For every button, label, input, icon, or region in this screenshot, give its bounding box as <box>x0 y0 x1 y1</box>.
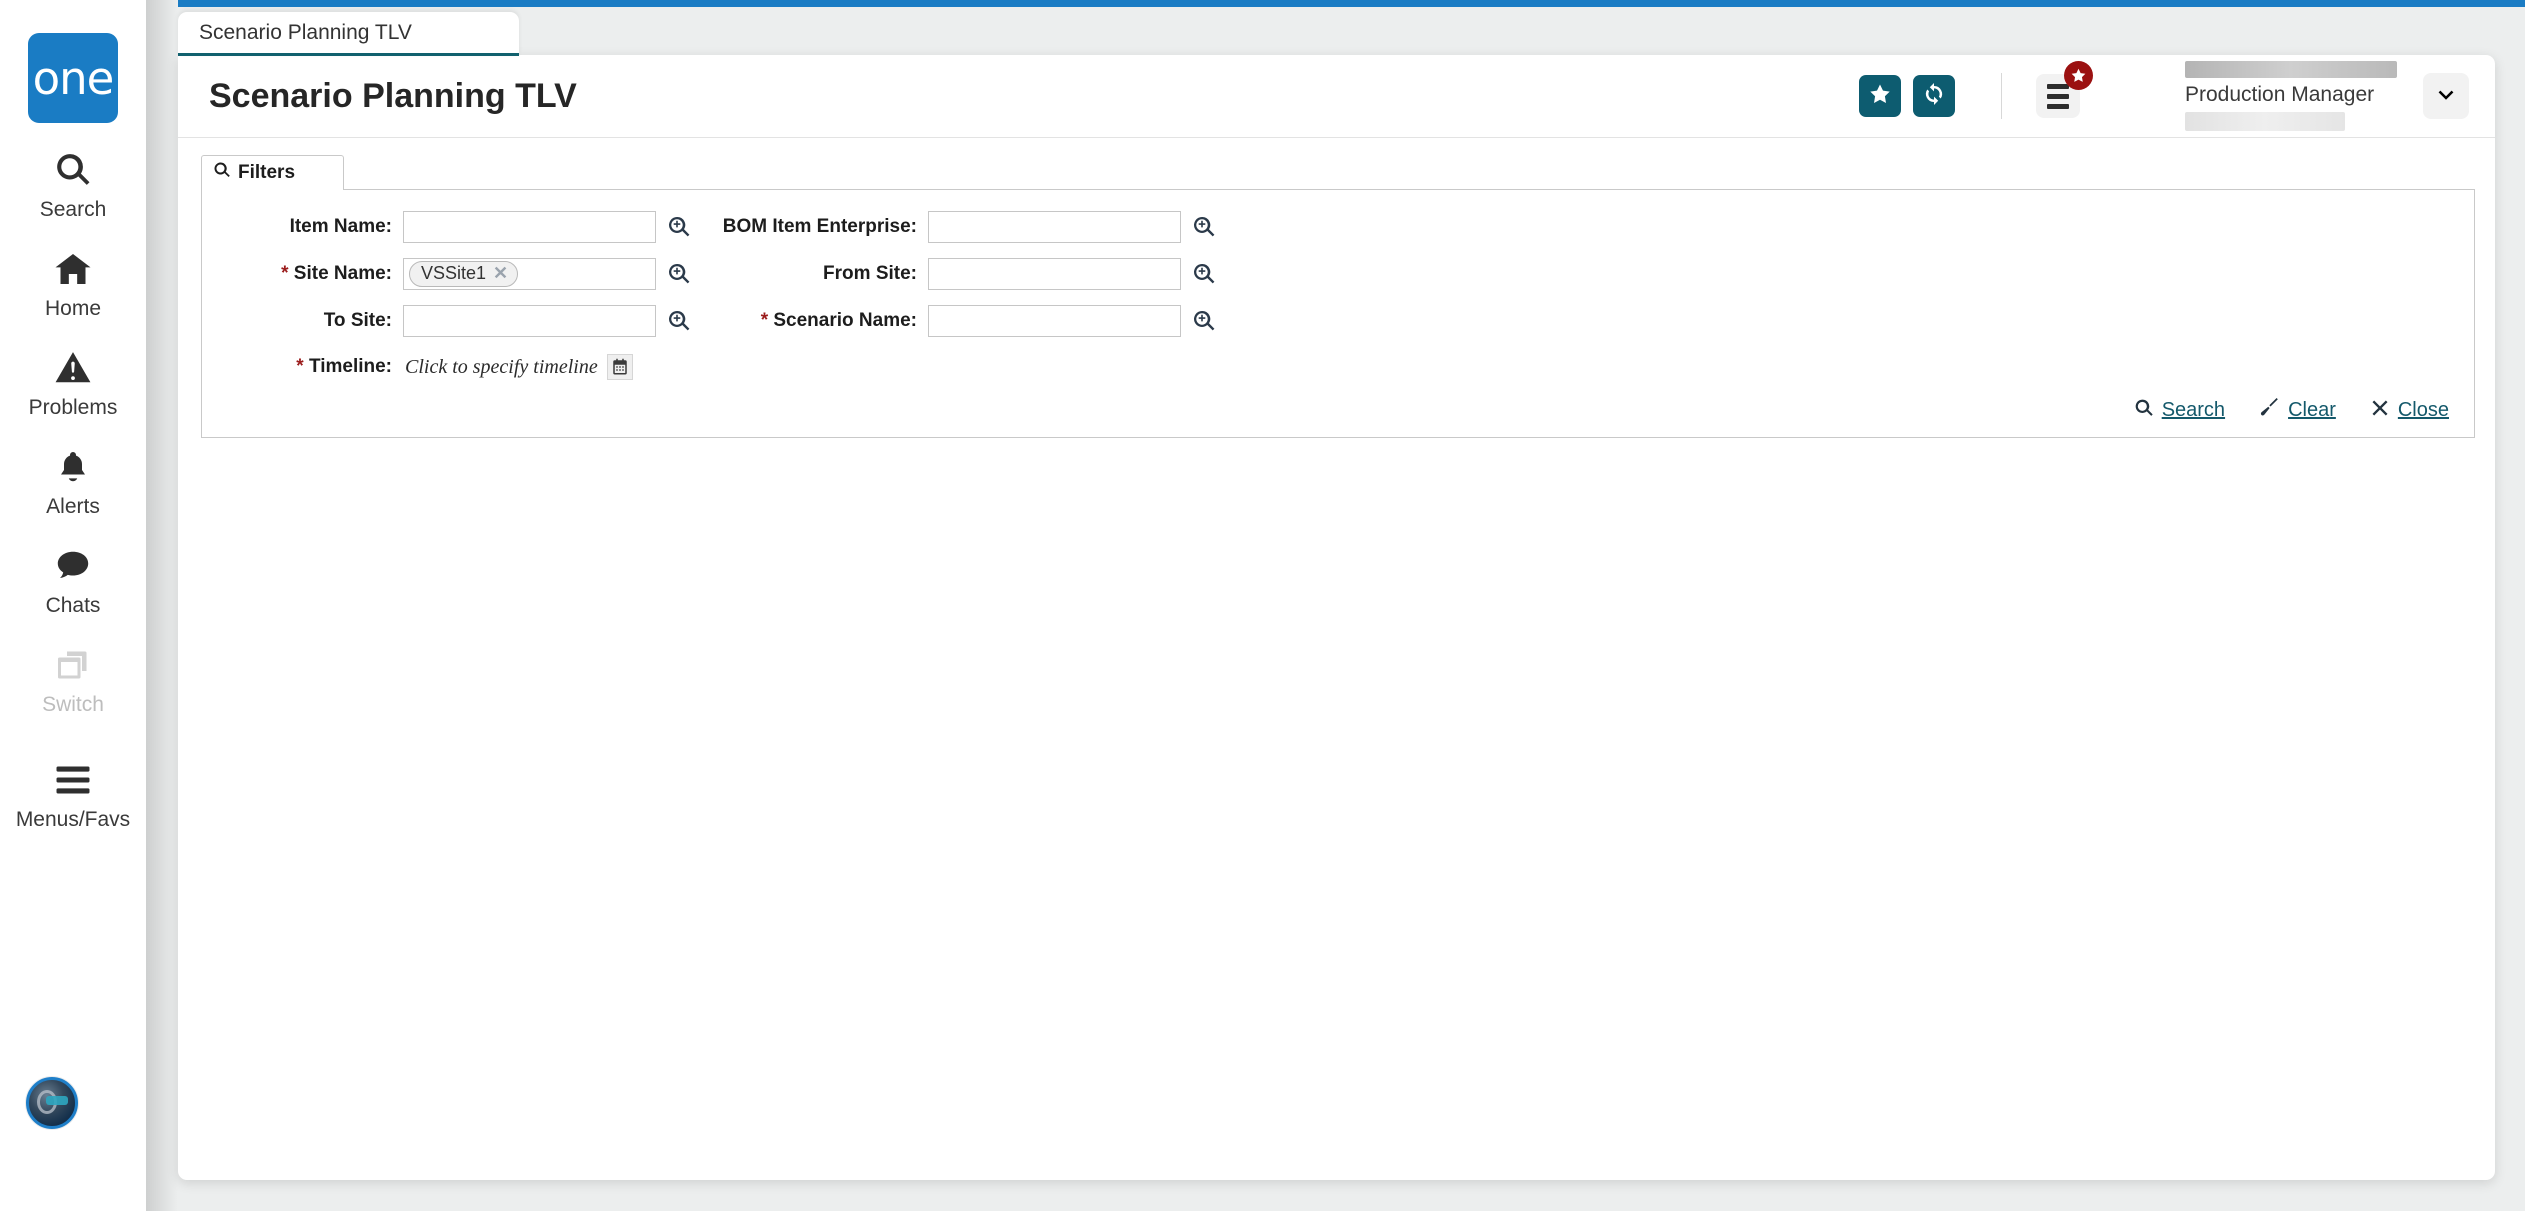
search-icon <box>2134 398 2154 423</box>
star-badge-icon <box>2064 61 2093 90</box>
main-content-card: Scenario Planning TLV Production Manager… <box>178 55 2495 1180</box>
avatar-visor-shape <box>46 1096 68 1105</box>
timeline-label-text: Timeline: <box>308 356 392 377</box>
filters-tab-label: Filters <box>238 162 296 183</box>
site-name-chip-label: VSSite1 <box>421 263 487 283</box>
redacted-user-detail <box>2185 112 2345 131</box>
filters-body: Item Name: BOM Item Enterprise: * Site N… <box>201 189 2475 438</box>
timeline-label: * Timeline: <box>202 356 392 378</box>
star-icon <box>1868 82 1892 111</box>
timeline-input[interactable]: Click to specify timeline <box>405 356 598 379</box>
close-icon[interactable]: ✕ <box>493 263 508 284</box>
tab-label: Scenario Planning TLV <box>199 20 412 44</box>
site-name-chip[interactable]: VSSite1 ✕ <box>409 261 519 287</box>
calendar-icon[interactable] <box>606 354 633 380</box>
sidebar-item-search[interactable]: Search <box>0 123 146 222</box>
sidebar-item-label: Search <box>39 198 107 221</box>
search-button-label: Search <box>2161 398 2226 421</box>
sidebar-item-label: Problems <box>28 396 118 419</box>
to-site-label: To Site: <box>323 310 392 331</box>
sidebar-item-menus-favs[interactable]: Menus/Favs <box>0 717 146 832</box>
warning-icon <box>54 345 92 391</box>
filter-row-scenario-name: * Scenario Name: <box>632 304 1216 338</box>
search-icon <box>54 147 92 193</box>
filters-panel: Filters Item Name: BOM Item Enterprise: <box>188 155 2485 465</box>
sidebar-item-label: Menus/Favs <box>15 808 131 831</box>
switch-icon <box>55 642 91 688</box>
filter-row-bom-item-enterprise: BOM Item Enterprise: <box>632 210 1216 244</box>
chat-bubble-icon <box>54 543 92 589</box>
close-button-label: Close <box>2397 398 2449 421</box>
user-menu-button[interactable] <box>2423 73 2469 119</box>
user-role-label: Production Manager <box>2185 83 2375 106</box>
required-asterisk: * <box>281 263 289 284</box>
header-divider <box>2001 73 2002 119</box>
close-icon <box>2370 398 2390 423</box>
sidebar-item-label: Home <box>44 297 102 320</box>
bom-item-enterprise-label: BOM Item Enterprise: <box>722 216 917 237</box>
from-site-label: From Site: <box>823 263 917 284</box>
site-name-label-text: Site Name: <box>293 263 392 284</box>
required-asterisk: * <box>760 310 769 331</box>
header-actions: Production Manager <box>1847 55 2495 138</box>
from-site-lookup-icon[interactable] <box>1192 262 1216 286</box>
from-site-input[interactable] <box>928 258 1181 290</box>
refresh-button[interactable] <box>1913 75 1955 117</box>
bom-item-enterprise-lookup-icon[interactable] <box>1192 215 1216 239</box>
sidebar-item-switch[interactable]: Switch <box>0 618 146 717</box>
close-button[interactable]: Close <box>2370 398 2449 423</box>
clear-button[interactable]: Clear <box>2259 397 2336 423</box>
filters-tab[interactable]: Filters <box>201 155 344 190</box>
search-icon <box>213 161 231 185</box>
sidebar-item-label: Alerts <box>46 495 100 518</box>
required-asterisk: * <box>296 356 304 377</box>
filters-actions: Search Clear Close <box>2134 397 2449 423</box>
favorite-button[interactable] <box>1859 75 1901 117</box>
app-logo[interactable]: one <box>28 33 118 123</box>
user-profile[interactable]: Production Manager <box>2185 61 2397 131</box>
hamburger-icon <box>55 757 91 803</box>
menu-list-button[interactable] <box>2036 61 2093 118</box>
browser-tab-strip: Scenario Planning TLV <box>178 12 2525 56</box>
scenario-name-label: * Scenario Name: <box>632 310 917 332</box>
filter-row-timeline: * Timeline: Click to specify timeline <box>202 350 633 384</box>
page-header: Scenario Planning TLV Production Manager <box>178 55 2495 138</box>
redacted-user-name <box>2185 61 2397 78</box>
page-title: Scenario Planning TLV <box>209 76 577 115</box>
rail-shadow <box>146 0 178 1211</box>
tab-scenario-planning-tlv[interactable]: Scenario Planning TLV <box>178 12 519 56</box>
broom-icon <box>2259 397 2280 423</box>
search-button[interactable]: Search <box>2134 398 2225 423</box>
sidebar-item-label: Chats <box>45 594 101 617</box>
refresh-icon <box>1922 82 1946 111</box>
site-name-input[interactable]: VSSite1 ✕ <box>403 258 656 290</box>
item-name-label: Item Name: <box>289 216 392 237</box>
to-site-input[interactable] <box>403 305 656 337</box>
sidebar-item-home[interactable]: Home <box>0 222 146 321</box>
sidebar-item-problems[interactable]: Problems <box>0 321 146 420</box>
home-icon <box>53 246 93 292</box>
filter-row-site-name: * Site Name: VSSite1 ✕ <box>202 257 691 291</box>
filter-row-from-site: From Site: <box>632 257 1216 291</box>
chevron-down-icon <box>2434 82 2458 111</box>
item-name-input[interactable] <box>403 211 656 243</box>
scenario-name-lookup-icon[interactable] <box>1192 309 1216 333</box>
scenario-name-input[interactable] <box>928 305 1181 337</box>
sidebar-item-alerts[interactable]: Alerts <box>0 420 146 519</box>
bell-icon <box>55 444 91 490</box>
left-navigation-rail: one Search Home Problems Alerts Chats Sw… <box>0 0 146 1211</box>
clear-button-label: Clear <box>2288 398 2336 421</box>
scenario-name-label-text: Scenario Name: <box>773 310 917 331</box>
menu-list-icon-line <box>2047 93 2069 99</box>
sidebar-item-label: Switch <box>42 693 104 716</box>
site-name-label: * Site Name: <box>202 263 392 285</box>
filter-row-item-name: Item Name: <box>202 210 691 244</box>
top-accent-bar <box>178 0 2525 7</box>
bom-item-enterprise-input[interactable] <box>928 211 1181 243</box>
ai-assistant-avatar-icon[interactable] <box>26 1077 78 1129</box>
sidebar-item-chats[interactable]: Chats <box>0 519 146 618</box>
menu-list-icon <box>2047 83 2069 89</box>
filter-row-to-site: To Site: <box>202 304 691 338</box>
menu-list-icon-line <box>2047 103 2069 109</box>
